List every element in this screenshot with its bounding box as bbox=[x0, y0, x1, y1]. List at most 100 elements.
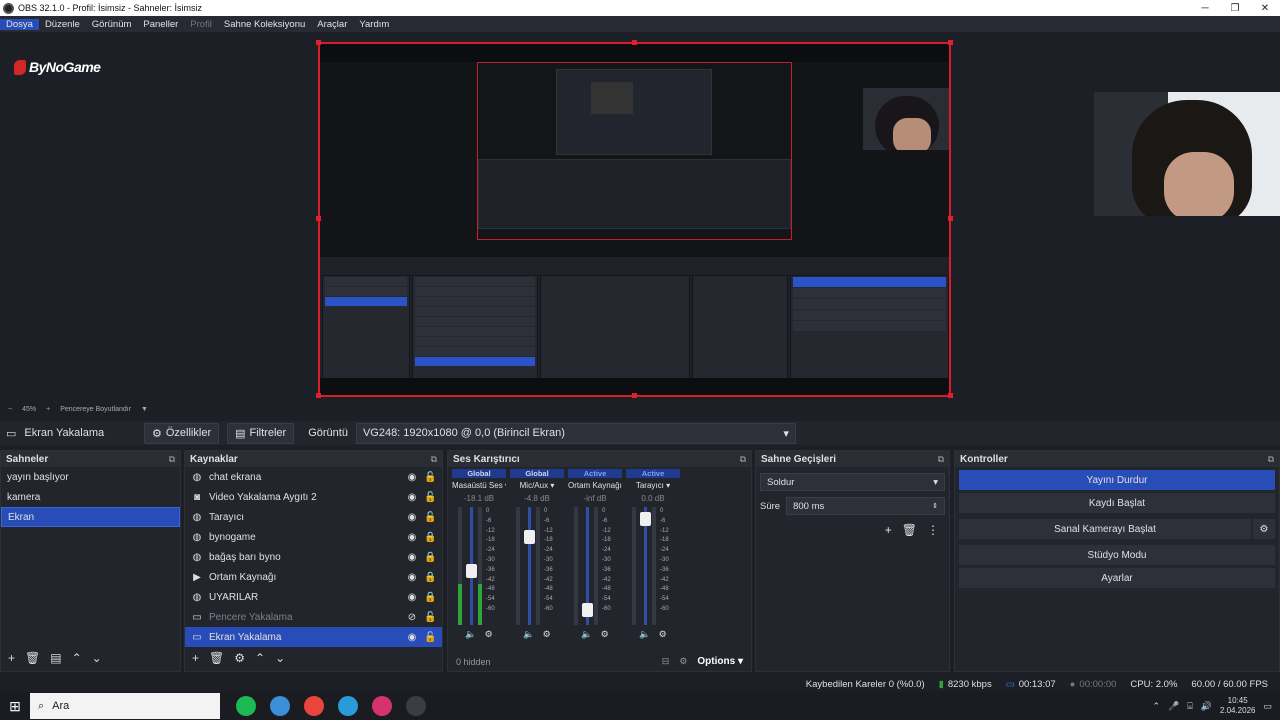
eye-icon[interactable]: ◉ bbox=[406, 492, 418, 503]
taskbar-search[interactable]: ⌕ Ara bbox=[30, 693, 220, 719]
eye-off-icon[interactable]: ⊘ bbox=[406, 612, 418, 623]
volume-icon[interactable]: 🔊 bbox=[1201, 701, 1212, 712]
eye-icon[interactable]: ◉ bbox=[406, 572, 418, 583]
menu-file[interactable]: Dosya bbox=[0, 18, 39, 30]
trash-icon[interactable]: 🗑 bbox=[902, 523, 917, 537]
network-icon[interactable]: ⌸ bbox=[1187, 701, 1192, 712]
notification-icon[interactable]: ▭ bbox=[1263, 701, 1272, 712]
menu-docks[interactable]: Paneller bbox=[137, 19, 184, 30]
properties-button[interactable]: ⚙ Özellikler bbox=[144, 422, 220, 444]
source-item[interactable]: ▶ Ortam Kaynağı ◉ 🔒 bbox=[185, 567, 442, 587]
unlock-icon[interactable]: 🔓 bbox=[424, 472, 436, 483]
lock-icon[interactable]: 🔒 bbox=[424, 532, 436, 543]
menu-help[interactable]: Yardım bbox=[353, 19, 395, 30]
menu-view[interactable]: Görünüm bbox=[86, 19, 138, 30]
gear-icon[interactable]: ⚙ bbox=[1253, 519, 1275, 539]
source-item[interactable]: ◍ chat ekrana ◉ 🔓 bbox=[185, 467, 442, 487]
unlock-icon[interactable]: 🔓 bbox=[424, 512, 436, 523]
spinner-icon[interactable]: ⇕ bbox=[932, 502, 938, 510]
chrome-icon[interactable] bbox=[304, 696, 324, 716]
menu-tools[interactable]: Araçlar bbox=[311, 19, 353, 30]
source-item[interactable]: ◍ UYARILAR ◉ 🔒 bbox=[185, 587, 442, 607]
eye-icon[interactable]: ◉ bbox=[406, 512, 418, 523]
windows-start-icon[interactable]: ⊞ bbox=[0, 698, 30, 715]
trash-icon[interactable]: 🗑 bbox=[25, 651, 40, 665]
source-item[interactable]: ◙ Video Yakalama Aygıtı 2 ◉ 🔓 bbox=[185, 487, 442, 507]
gear-icon[interactable]: ⚙ bbox=[543, 629, 551, 640]
source-item[interactable]: ▭ Ekran Yakalama ◉ 🔓 bbox=[185, 627, 442, 647]
unlock-icon[interactable]: 🔓 bbox=[424, 632, 436, 643]
dock-float-icon[interactable]: ⧉ bbox=[1268, 454, 1274, 465]
source-item[interactable]: ◍ bağaş barı byno ◉ 🔒 bbox=[185, 547, 442, 567]
dock-float-icon[interactable]: ⧉ bbox=[938, 454, 944, 465]
start-recording-button[interactable]: Kaydı Başlat bbox=[959, 493, 1275, 513]
add-source-button[interactable]: + bbox=[192, 651, 199, 665]
volume-fader-track[interactable] bbox=[528, 507, 531, 625]
scene-filters-button[interactable]: ▤ bbox=[50, 651, 61, 665]
filters-button[interactable]: ▤ Filtreler bbox=[227, 422, 295, 444]
dock-float-icon[interactable]: ⧉ bbox=[740, 454, 746, 465]
settings-button[interactable]: Ayarlar bbox=[959, 568, 1275, 588]
maximize-button[interactable]: ❐ bbox=[1220, 3, 1250, 14]
add-scene-button[interactable]: + bbox=[8, 651, 15, 665]
scene-item[interactable]: Ekran bbox=[1, 507, 180, 527]
stop-streaming-button[interactable]: Yayını Durdur bbox=[959, 470, 1275, 490]
close-button[interactable]: ✕ bbox=[1250, 3, 1280, 14]
speaker-icon[interactable]: 🔈 bbox=[639, 629, 650, 640]
files-icon[interactable] bbox=[270, 696, 290, 716]
studio-mode-button[interactable]: Stüdyo Modu bbox=[959, 545, 1275, 565]
chevron-down-icon[interactable]: ▼ bbox=[141, 406, 148, 413]
gear-icon[interactable]: ⚙ bbox=[485, 629, 493, 640]
channel-name[interactable]: Tarayıcı ▾ bbox=[626, 481, 680, 490]
channel-name[interactable]: Masaüstü Ses ▾ bbox=[452, 481, 506, 490]
menu-profile[interactable]: Profil bbox=[184, 19, 218, 30]
mixer-options-button[interactable]: Options ▾ bbox=[697, 656, 743, 667]
channel-name[interactable]: Ortam Kaynağı ▾ bbox=[568, 481, 622, 490]
preview-canvas[interactable]: ByNoGame bbox=[0, 32, 1280, 402]
lock-icon[interactable]: 🔒 bbox=[424, 552, 436, 563]
zoom-out-button[interactable]: − bbox=[8, 406, 12, 413]
menu-scene-collection[interactable]: Sahne Koleksiyonu bbox=[218, 19, 311, 30]
gear-icon[interactable]: ⚙ bbox=[601, 629, 609, 640]
chevron-up-icon[interactable]: ⌃ bbox=[255, 651, 265, 665]
zoom-in-button[interactable]: + bbox=[46, 406, 50, 413]
lock-icon[interactable]: 🔒 bbox=[424, 592, 436, 603]
lock-icon[interactable]: 🔒 bbox=[424, 572, 436, 583]
chevron-down-icon[interactable]: ⌄ bbox=[275, 651, 285, 665]
source-item[interactable]: ◍ Tarayıcı ◉ 🔓 bbox=[185, 507, 442, 527]
webcam-preview[interactable] bbox=[1094, 92, 1280, 216]
volume-fader-knob[interactable] bbox=[582, 603, 593, 617]
hidden-count[interactable]: 0 hidden bbox=[456, 657, 491, 667]
zoom-mode[interactable]: Pencereye Boyutlandır bbox=[60, 406, 131, 413]
volume-fader-knob[interactable] bbox=[640, 512, 651, 526]
menu-edit[interactable]: Düzenle bbox=[39, 19, 86, 30]
source-item[interactable]: ◍ bynogame ◉ 🔒 bbox=[185, 527, 442, 547]
trash-icon[interactable]: 🗑 bbox=[209, 651, 224, 665]
mixer-layout-icon[interactable]: ⊟ bbox=[662, 656, 670, 667]
spotify-icon[interactable] bbox=[236, 696, 256, 716]
taskbar-clock[interactable]: 10:45 2.04.2026 bbox=[1220, 696, 1256, 716]
gear-icon[interactable]: ⚙ bbox=[234, 651, 245, 665]
dock-float-icon[interactable]: ⧉ bbox=[169, 454, 175, 465]
microphone-icon[interactable]: 🎤 bbox=[1168, 701, 1179, 712]
chevron-down-icon[interactable]: ⌄ bbox=[92, 651, 102, 665]
scene-item[interactable]: kamera bbox=[1, 487, 180, 507]
obs-icon[interactable] bbox=[406, 696, 426, 716]
volume-fader-knob[interactable] bbox=[466, 564, 477, 578]
more-icon[interactable]: ⋮ bbox=[927, 523, 939, 537]
chevron-up-icon[interactable]: ⌃ bbox=[72, 651, 82, 665]
speaker-icon[interactable]: 🔈 bbox=[465, 629, 476, 640]
eye-icon[interactable]: ◉ bbox=[406, 552, 418, 563]
minimize-button[interactable]: ─ bbox=[1190, 3, 1220, 14]
screen-capture-preview[interactable] bbox=[318, 42, 951, 397]
transition-type-select[interactable]: Soldur ▾ bbox=[760, 473, 945, 491]
mixer-settings-icon[interactable]: ⚙ bbox=[679, 656, 687, 667]
eye-icon[interactable]: ◉ bbox=[406, 472, 418, 483]
channel-name[interactable]: Mic/Aux ▾ bbox=[510, 481, 564, 490]
eye-icon[interactable]: ◉ bbox=[406, 532, 418, 543]
start-virtual-camera-button[interactable]: Sanal Kamerayı Başlat bbox=[959, 519, 1251, 539]
scene-item[interactable]: yayın başlıyor bbox=[1, 467, 180, 487]
eye-icon[interactable]: ◉ bbox=[406, 632, 418, 643]
unlock-icon[interactable]: 🔓 bbox=[424, 492, 436, 503]
instagram-icon[interactable] bbox=[372, 696, 392, 716]
